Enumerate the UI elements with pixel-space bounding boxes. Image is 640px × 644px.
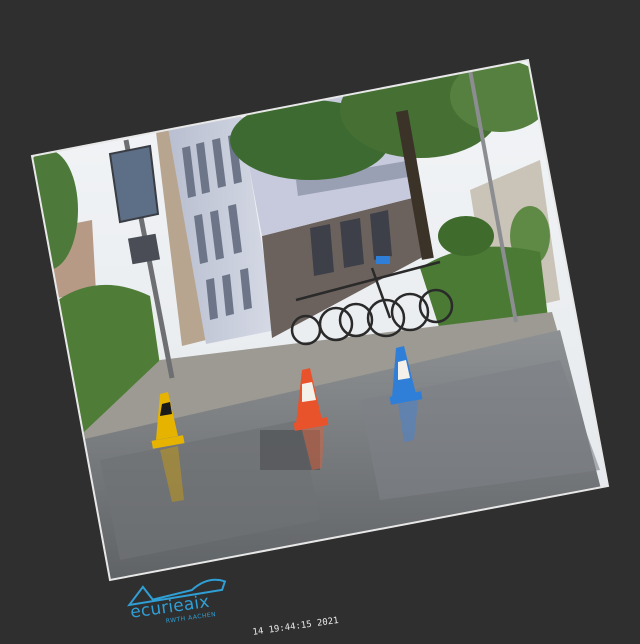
left-tree [32, 150, 78, 270]
rotated-photo [30, 58, 610, 582]
photo-content [32, 60, 608, 580]
signal-box [127, 233, 161, 265]
canvas: ecurieaix RWTH AACHEN 14 19:44:15 2021 [0, 0, 640, 640]
small-hedge [438, 216, 494, 256]
bike-basket [376, 256, 390, 264]
